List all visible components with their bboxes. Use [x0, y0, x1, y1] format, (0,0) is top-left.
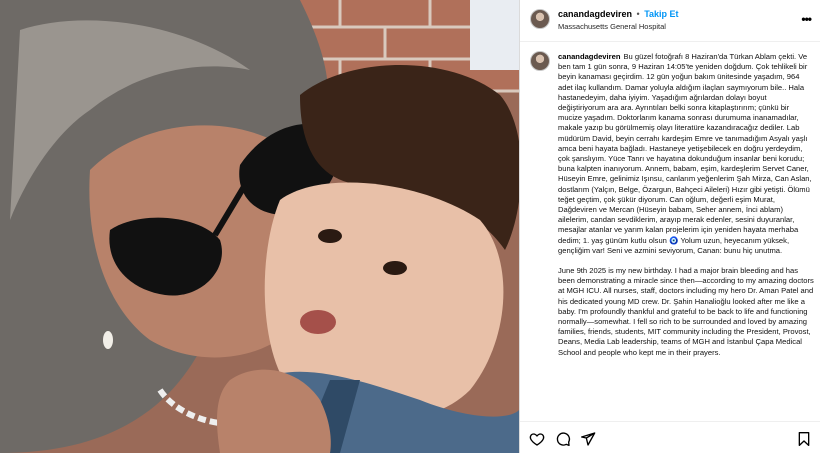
username-link[interactable]: canandagdeviren — [558, 9, 632, 19]
post-detail-panel: canandagdeviren • Takip Et Massachusetts… — [519, 0, 820, 453]
post-photo[interactable] — [0, 0, 519, 453]
separator-dot: • — [636, 9, 640, 19]
caption-text-tr: Bu güzel fotoğrafı 8 Haziran'da Türkan A… — [558, 52, 812, 255]
caption-paragraph-tr: canandagdeviren Bu güzel fotoğrafı 8 Hazi… — [558, 52, 814, 256]
share-icon[interactable] — [580, 431, 596, 447]
location-link[interactable]: Massachusetts General Hospital — [558, 22, 666, 31]
action-bar — [520, 421, 820, 453]
comment-icon[interactable] — [555, 431, 571, 447]
caption: canandagdeviren Bu güzel fotoğrafı 8 Hazi… — [558, 52, 814, 368]
post-header-line: canandagdeviren • Takip Et — [558, 9, 679, 19]
caption-avatar[interactable] — [530, 51, 550, 71]
bookmark-icon[interactable] — [796, 431, 812, 447]
heart-icon[interactable] — [529, 431, 545, 447]
caption-text-en: June 9th 2025 is my new birthday. I had … — [558, 266, 814, 357]
post-header: canandagdeviren • Takip Et Massachusetts… — [520, 0, 820, 42]
follow-button[interactable]: Takip Et — [644, 9, 678, 19]
comments-area[interactable]: canandagdeviren Bu güzel fotoğrafı 8 Hazi… — [520, 43, 820, 419]
caption-username-link[interactable]: canandagdeviren — [558, 52, 620, 61]
more-dots-icon[interactable]: ••• — [801, 13, 812, 25]
avatar[interactable] — [530, 9, 550, 29]
post-photo-image — [0, 0, 519, 453]
